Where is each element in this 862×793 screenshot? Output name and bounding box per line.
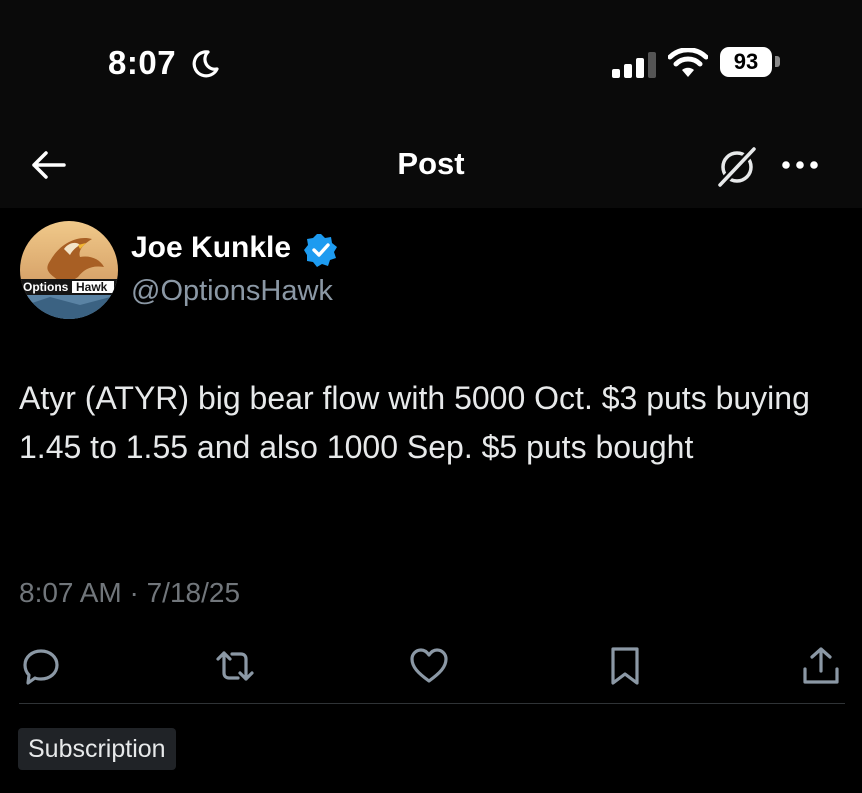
author-name[interactable]: Joe Kunkle bbox=[131, 231, 291, 265]
post-text: Atyr (ATYR) big bear flow with 5000 Oct.… bbox=[19, 380, 810, 465]
like-icon[interactable] bbox=[408, 645, 450, 687]
post-timestamp[interactable]: 8:07 AM · 7/18/25 bbox=[19, 577, 240, 609]
battery-level: 93 bbox=[720, 47, 772, 77]
bookmark-icon[interactable] bbox=[604, 645, 646, 687]
verified-badge-icon bbox=[304, 234, 337, 267]
options-hawk-logo: Options Hawk bbox=[20, 221, 118, 319]
reply-icon[interactable] bbox=[20, 645, 62, 687]
moon-icon bbox=[192, 50, 219, 78]
status-time: 8:07 bbox=[108, 44, 177, 81]
grok-icon[interactable] bbox=[714, 143, 760, 189]
divider bbox=[19, 703, 845, 704]
author-handle[interactable]: @OptionsHawk bbox=[131, 275, 333, 308]
more-options-icon[interactable] bbox=[778, 150, 822, 180]
battery-tip bbox=[775, 56, 780, 67]
svg-text:Hawk: Hawk bbox=[76, 280, 108, 294]
subscription-button[interactable]: Subscription bbox=[18, 728, 176, 770]
repost-icon[interactable] bbox=[214, 645, 256, 687]
cellular-signal-icon bbox=[612, 52, 656, 78]
wifi-icon bbox=[668, 48, 708, 77]
svg-text:Options: Options bbox=[23, 280, 69, 294]
avatar[interactable]: Options Hawk bbox=[20, 221, 118, 319]
share-icon[interactable] bbox=[800, 645, 842, 687]
